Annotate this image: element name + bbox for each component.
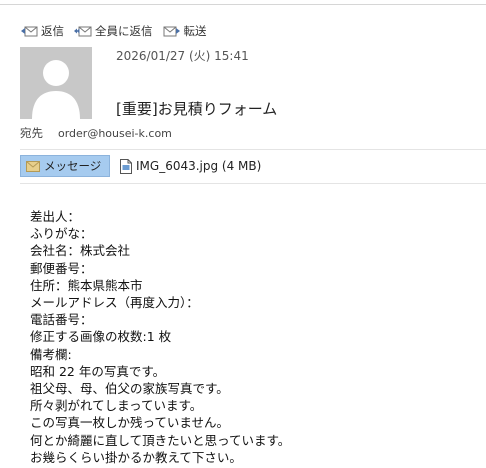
reply-all-icon — [74, 26, 92, 37]
body-line: 電話番号： — [30, 312, 93, 328]
reply-icon — [21, 26, 38, 37]
body-line: この写真一枚しか残っていません。 — [30, 415, 230, 431]
body-line: 何とか綺麗に直して頂きたいと思っています。 — [30, 432, 291, 448]
message-subject: [重要]お見積りフォーム — [116, 100, 278, 118]
body-line: 祖父母、母、伯父の家族写真です。 — [30, 381, 229, 397]
to-label: 宛先 — [20, 126, 43, 140]
body-line: 住所：熊本県熊本市 — [30, 277, 143, 293]
body-line: 備考欄: — [30, 346, 72, 362]
body-line: 差出人： — [30, 209, 81, 224]
reply-all-label: 全員に返信 — [95, 24, 153, 38]
body-line: メールアドレス（再度入力）： — [30, 295, 199, 311]
message-tab[interactable]: メッセージ — [20, 155, 110, 177]
sender-avatar — [20, 47, 92, 119]
message-body: 差出人： ふりがな： 会社名：株式会社 郵便番号： 住所：熊本県熊本市 メールア… — [30, 208, 290, 466]
attachment-file[interactable]: IMG_6043.jpg (4 MB) — [120, 158, 262, 174]
body-line: 昭和 22 年の写真です。 — [30, 363, 166, 379]
attachment-bar: メッセージ IMG_6043.jpg (4 MB) — [20, 155, 261, 177]
person-icon — [20, 47, 92, 119]
attachment-file-label: IMG_6043.jpg (4 MB) — [136, 159, 262, 173]
body-line: 所々剥がれてしまっています。 — [30, 398, 203, 414]
recipient-row: 宛先 order@housei-k.com — [20, 125, 172, 141]
body-line: 郵便番号： — [30, 260, 93, 276]
to-address[interactable]: order@housei-k.com — [58, 127, 172, 140]
body-line: 会社名：株式会社 — [30, 243, 131, 259]
body-line: 修正する画像の枚数:1 枚 — [30, 329, 172, 345]
reading-toolbar: 返信 全員に返信 転送 — [20, 20, 207, 42]
file-icon — [120, 158, 132, 174]
forward-icon — [163, 26, 180, 37]
body-line: お幾らくらい掛かるか教えて下さい。 — [30, 449, 242, 465]
sent-datetime: 2026/01/27 (火) 15:41 — [116, 49, 249, 63]
message-tab-label: メッセージ — [44, 159, 102, 173]
reply-button[interactable]: 返信 — [20, 23, 64, 39]
forward-label: 転送 — [183, 24, 207, 38]
body-line: ふりがな： — [30, 226, 93, 242]
reply-label: 返信 — [41, 24, 64, 38]
window-top-border — [0, 4, 486, 5]
header-divider — [20, 149, 486, 150]
forward-button[interactable]: 転送 — [163, 23, 207, 39]
envelope-icon — [26, 160, 40, 172]
reply-all-button[interactable]: 全員に返信 — [74, 23, 153, 39]
attachment-divider — [20, 183, 486, 184]
